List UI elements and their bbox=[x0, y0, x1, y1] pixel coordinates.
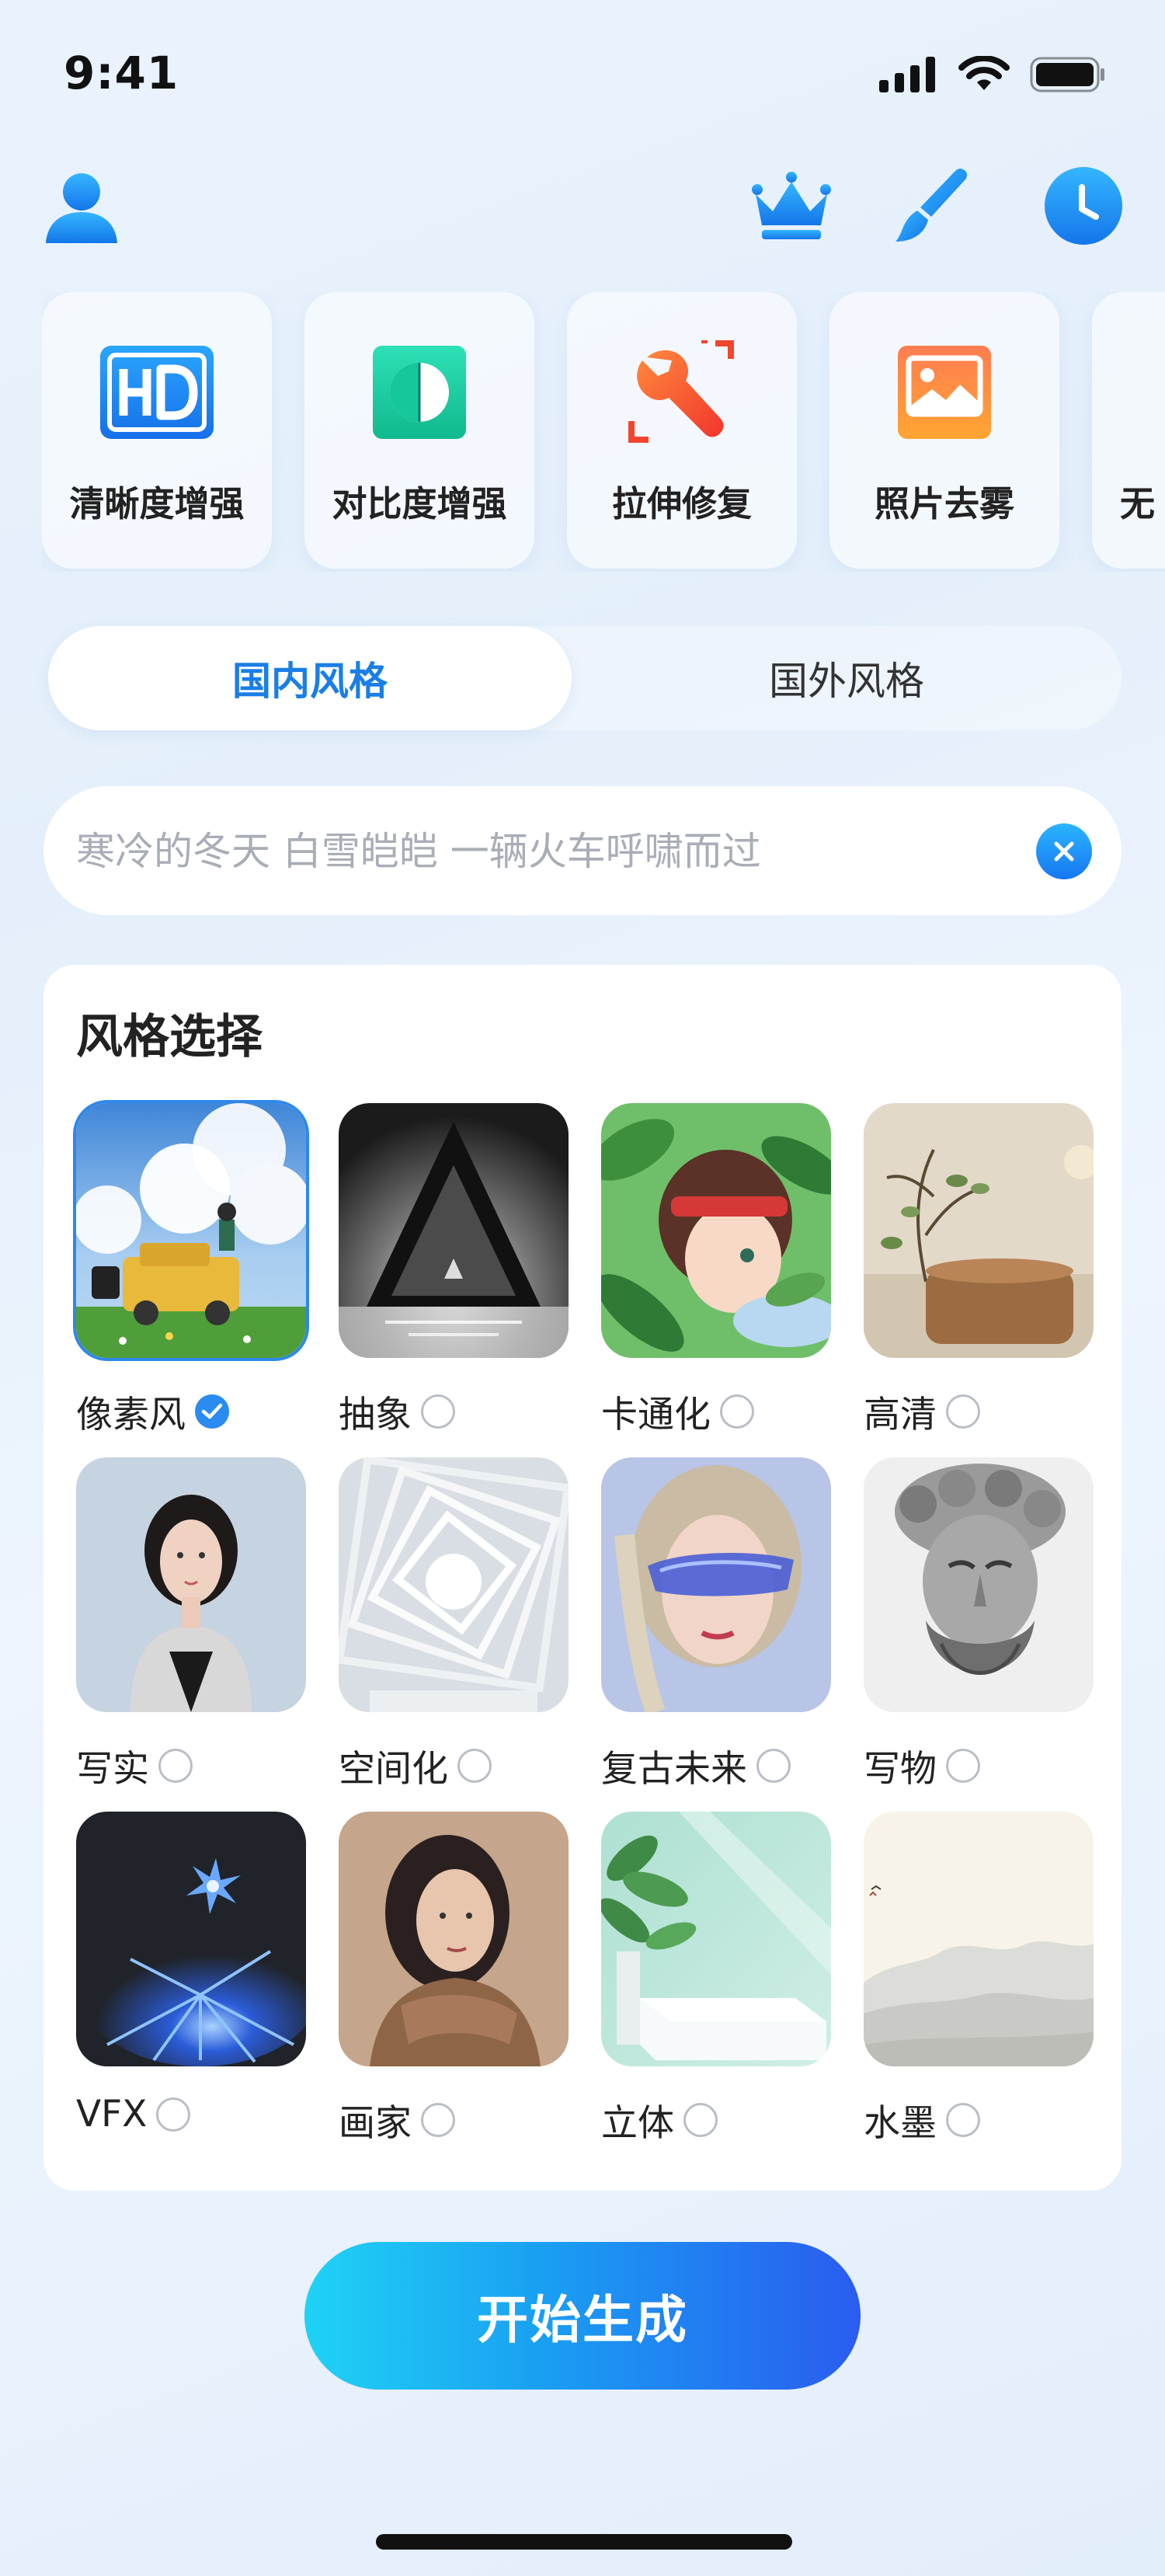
hd-icon bbox=[100, 346, 214, 439]
wifi-icon bbox=[958, 56, 1010, 90]
contrast-icon bbox=[373, 346, 466, 439]
style-thumbnail bbox=[864, 1457, 1094, 1712]
tool-card-clarity[interactable]: 清晰度增强 bbox=[42, 292, 272, 569]
radio-button[interactable] bbox=[946, 1394, 980, 1429]
prompt-input[interactable] bbox=[75, 786, 1010, 917]
tool-card-contrast[interactable]: 对比度增强 bbox=[304, 292, 534, 569]
style-option-ink-wash[interactable]: 水墨 bbox=[864, 1812, 1094, 2153]
tool-card-dehaze[interactable]: 照片去雾 bbox=[829, 292, 1059, 569]
style-label: 抽象 bbox=[339, 1394, 412, 1436]
brush-icon bbox=[895, 169, 967, 242]
generate-button[interactable]: 开始生成 bbox=[304, 2242, 861, 2390]
status-icons bbox=[879, 56, 1106, 93]
tab-foreign-style[interactable]: 国外风格 bbox=[572, 626, 1122, 730]
tool-card-partial[interactable]: 无 bbox=[1092, 292, 1165, 569]
radio-button[interactable] bbox=[720, 1394, 754, 1429]
home-indicator bbox=[376, 2534, 792, 2550]
style-option-spatial[interactable]: 空间化 bbox=[339, 1457, 569, 1799]
radio-button[interactable] bbox=[421, 1394, 455, 1429]
crown-icon bbox=[752, 172, 831, 239]
radio-button[interactable] bbox=[158, 1748, 193, 1783]
tool-card-stretch-repair[interactable]: 拉伸修复 bbox=[567, 292, 797, 569]
history-button[interactable] bbox=[1041, 163, 1126, 249]
style-panel: 风格选择 像素风 抽象 卡通化 高清 写实 空间化 复古未来 写物 VFX 画家… bbox=[43, 965, 1122, 2191]
style-label: 立体 bbox=[601, 2102, 674, 2145]
clock-icon bbox=[1045, 167, 1122, 245]
style-thumbnail bbox=[601, 1103, 831, 1358]
style-thumbnail bbox=[601, 1812, 831, 2066]
style-thumbnail bbox=[339, 1103, 569, 1358]
radio-button[interactable] bbox=[457, 1748, 492, 1783]
style-thumbnail bbox=[864, 1812, 1094, 2066]
radio-button[interactable] bbox=[946, 1748, 980, 1783]
radio-button[interactable] bbox=[683, 2102, 718, 2137]
style-label: 复古未来 bbox=[601, 1748, 747, 1791]
style-thumbnail bbox=[76, 1457, 306, 1712]
style-option-cartoon[interactable]: 卡通化 bbox=[601, 1103, 831, 1445]
vip-button[interactable] bbox=[749, 163, 834, 249]
style-option-object[interactable]: 写物 bbox=[864, 1457, 1094, 1799]
style-label: 卡通化 bbox=[601, 1394, 711, 1436]
close-icon bbox=[1054, 841, 1074, 862]
tool-label: 清晰度增强 bbox=[69, 483, 245, 524]
style-thumbnail bbox=[339, 1457, 569, 1712]
style-option-abstract[interactable]: 抽象 bbox=[339, 1103, 569, 1445]
status-time: 9:41 bbox=[64, 47, 179, 99]
style-label: 画家 bbox=[339, 2102, 412, 2145]
signal-icon bbox=[879, 57, 935, 92]
tool-label: 无 bbox=[1120, 483, 1156, 524]
wrench-icon bbox=[628, 340, 734, 443]
style-option-retro-future[interactable]: 复古未来 bbox=[601, 1457, 831, 1799]
style-thumbnail bbox=[339, 1812, 569, 2066]
style-option-hd[interactable]: 高清 bbox=[864, 1103, 1094, 1445]
style-option-vfx[interactable]: VFX bbox=[76, 1812, 306, 2153]
style-label: 高清 bbox=[864, 1394, 937, 1436]
style-label: 像素风 bbox=[76, 1394, 186, 1436]
radio-button[interactable] bbox=[421, 2102, 455, 2137]
style-label: 空间化 bbox=[339, 1748, 448, 1791]
section-title: 风格选择 bbox=[76, 1010, 263, 1064]
style-thumbnail bbox=[76, 1812, 306, 2066]
clear-button[interactable] bbox=[1036, 823, 1092, 879]
photo-icon bbox=[898, 346, 991, 439]
style-option-painter[interactable]: 画家 bbox=[339, 1812, 569, 2153]
style-option-realistic[interactable]: 写实 bbox=[76, 1457, 306, 1799]
tab-domestic-style[interactable]: 国内风格 bbox=[48, 626, 572, 730]
style-label: 写物 bbox=[864, 1748, 937, 1791]
battery-icon bbox=[1030, 57, 1104, 92]
style-option-3d[interactable]: 立体 bbox=[601, 1812, 831, 2153]
selected-check-icon[interactable] bbox=[195, 1394, 229, 1429]
style-thumbnail bbox=[76, 1103, 306, 1358]
person-icon bbox=[46, 173, 117, 243]
style-thumbnail bbox=[601, 1457, 831, 1712]
brush-button[interactable] bbox=[889, 163, 974, 249]
radio-button[interactable] bbox=[756, 1748, 791, 1783]
tool-label: 对比度增强 bbox=[332, 483, 507, 524]
style-option-pixel[interactable]: 像素风 bbox=[76, 1103, 306, 1445]
radio-button[interactable] bbox=[946, 2102, 980, 2137]
style-label: VFX bbox=[76, 2093, 148, 2136]
tool-label: 照片去雾 bbox=[874, 483, 1014, 524]
tool-label: 拉伸修复 bbox=[611, 483, 752, 524]
style-label: 水墨 bbox=[864, 2102, 937, 2145]
style-label: 写实 bbox=[76, 1748, 149, 1791]
prompt-box bbox=[43, 786, 1122, 917]
radio-button[interactable] bbox=[156, 2097, 191, 2132]
style-thumbnail bbox=[864, 1103, 1094, 1358]
style-tabs: 国内风格 国外风格 bbox=[48, 626, 1122, 730]
tool-row: 清晰度增强 对比度增强 拉伸修复 照片去雾 无 bbox=[42, 292, 1165, 572]
profile-button[interactable] bbox=[39, 163, 124, 249]
